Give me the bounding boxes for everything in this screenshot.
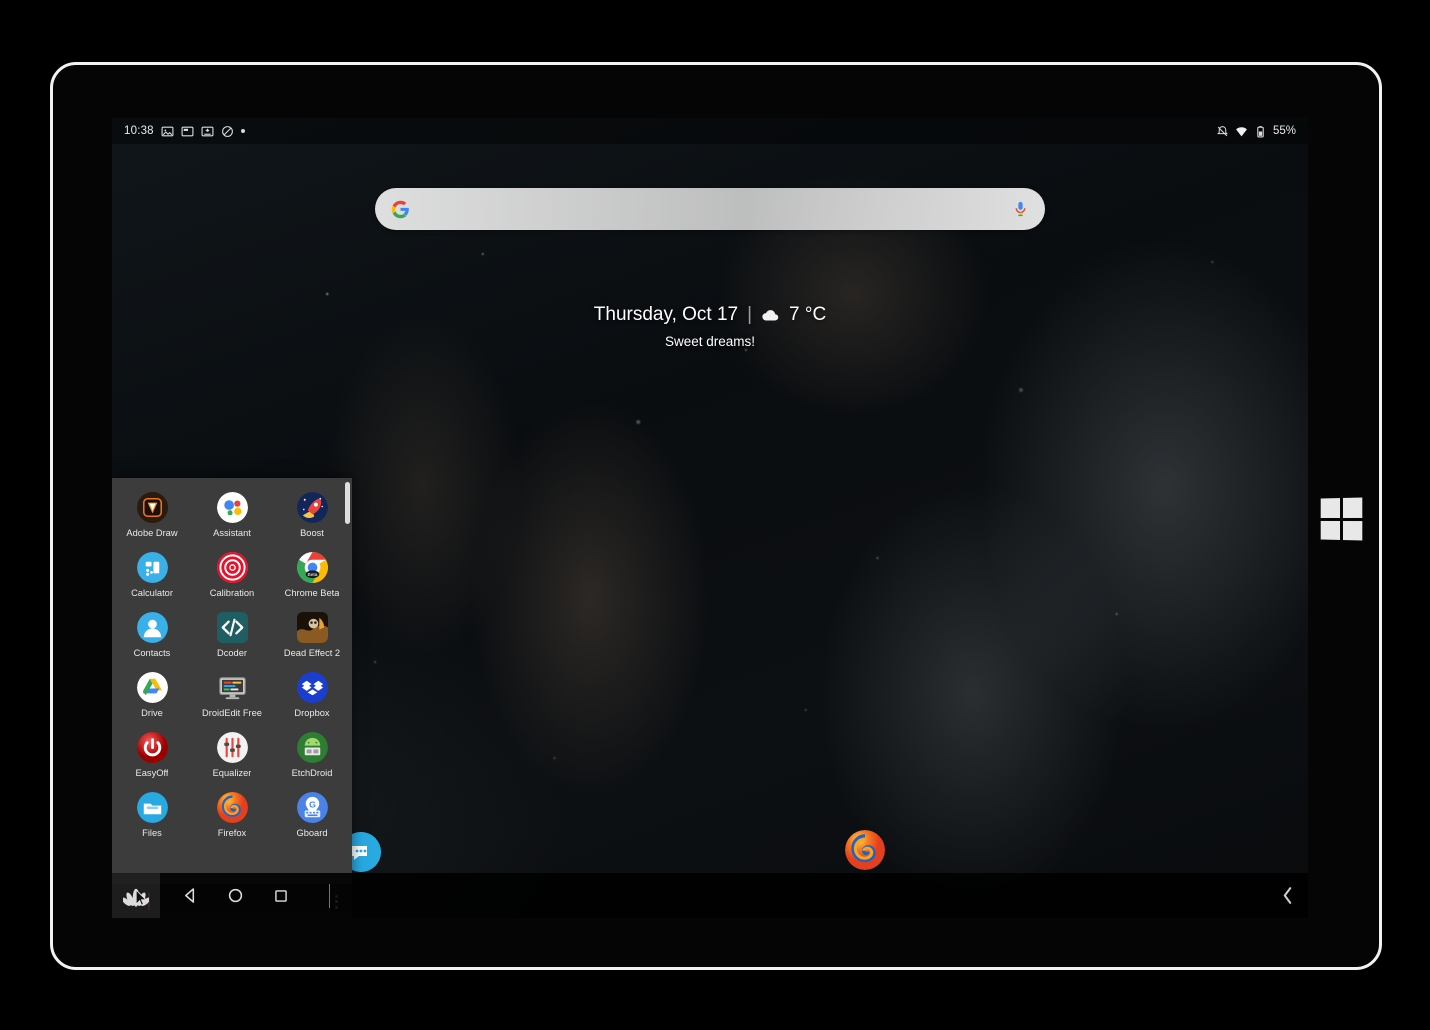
chrome-beta-icon: Beta	[296, 552, 328, 583]
google-search-bar[interactable]	[375, 188, 1045, 230]
screenshot-root: 10:38 55% Thursday, Oct 17 | 7 °C Sweet …	[0, 0, 1430, 1030]
temperature-text: 7 °C	[789, 304, 827, 325]
drawer-scrollbar[interactable]	[345, 482, 350, 524]
search-input[interactable]	[410, 188, 1012, 230]
ringer-muted-icon	[1216, 125, 1228, 136]
dropbox-icon	[296, 672, 328, 703]
app-label: Drive	[141, 709, 163, 718]
svg-text:G: G	[309, 800, 316, 810]
app-label: DroidEdit Free	[202, 709, 262, 718]
app-item-droidedit-free[interactable]: DroidEdit Free	[192, 666, 272, 726]
firefox-icon	[845, 830, 885, 870]
nav-recents-button[interactable]	[258, 873, 303, 918]
app-item-files[interactable]: Files	[112, 786, 192, 846]
do-not-disturb-icon	[221, 125, 233, 137]
app-item-calculator[interactable]: Calculator	[112, 546, 192, 606]
battery-icon	[1257, 125, 1264, 137]
app-item-boost[interactable]: Boost	[272, 486, 352, 546]
windows-logo-icon	[1320, 497, 1363, 541]
screenshot-notification-icon	[181, 126, 194, 136]
droidedit-icon	[217, 672, 248, 703]
app-drawer-panel[interactable]: Adobe Draw Assistant Boost Calculator Ca…	[112, 478, 352, 918]
date-weather-separator: |	[747, 304, 753, 325]
app-label: EtchDroid	[291, 769, 333, 778]
recents-square-icon	[274, 889, 287, 902]
app-label: Calibration	[209, 589, 255, 598]
firefox-icon	[216, 792, 248, 823]
contacts-icon	[136, 612, 168, 643]
svg-text:Beta: Beta	[307, 572, 317, 578]
cloud-icon	[762, 310, 779, 321]
app-item-gboard[interactable]: G Gboard	[272, 786, 352, 846]
nav-home-button[interactable]	[213, 873, 258, 918]
nav-launcher-button[interactable]	[112, 873, 160, 918]
app-label: Gboard	[296, 829, 328, 838]
back-triangle-icon	[185, 888, 195, 903]
date-text: Thursday, Oct 17	[593, 304, 739, 325]
etchdroid-icon	[296, 732, 328, 763]
nav-back-button[interactable]	[168, 873, 213, 918]
tablet-screen: 10:38 55% Thursday, Oct 17 | 7 °C Sweet …	[112, 118, 1308, 918]
app-item-contacts[interactable]: Contacts	[112, 606, 192, 666]
app-item-dcoder[interactable]: Dcoder	[192, 606, 272, 666]
more-notifications-dot	[240, 129, 245, 133]
app-item-etchdroid[interactable]: EtchDroid	[272, 726, 352, 786]
gboard-icon: G	[296, 792, 328, 823]
adobe-draw-icon	[136, 492, 168, 523]
app-item-firefox[interactable]: Firefox	[192, 786, 272, 846]
equalizer-icon	[216, 732, 248, 763]
status-clock: 10:38	[124, 125, 154, 137]
app-label: Chrome Beta	[284, 589, 340, 598]
app-item-assistant[interactable]: Assistant	[192, 486, 272, 546]
files-icon	[136, 792, 168, 823]
app-label: Boost	[300, 529, 324, 538]
nav-divider	[329, 883, 330, 908]
date-weather-widget[interactable]: Thursday, Oct 17 | 7 °C Sweet dreams!	[112, 304, 1308, 349]
wifi-icon	[1236, 126, 1247, 136]
greeting-text: Sweet dreams!	[664, 334, 756, 349]
app-item-dead-effect-2[interactable]: Dead Effect 2	[272, 606, 352, 666]
dead-effect-2-icon	[296, 612, 328, 643]
boost-rocket-icon	[296, 492, 328, 523]
app-label: Dcoder	[217, 649, 247, 658]
app-drawer-grid[interactable]: Adobe Draw Assistant Boost Calculator Ca…	[112, 478, 352, 884]
app-item-adobe-draw[interactable]: Adobe Draw	[112, 486, 192, 546]
battery-percent: 55%	[1272, 125, 1296, 137]
app-label: Assistant	[213, 529, 251, 538]
app-label: Files	[142, 829, 162, 838]
navigation-bar	[112, 873, 1308, 918]
app-item-calibration[interactable]: Calibration	[192, 546, 272, 606]
chevron-left-icon	[1283, 887, 1291, 904]
nav-collapse-button[interactable]	[1276, 873, 1298, 918]
app-label: Adobe Draw	[126, 529, 178, 538]
google-g-logo-icon	[391, 200, 409, 218]
home-circle-icon	[228, 888, 243, 903]
app-item-chrome-beta[interactable]: Beta Chrome Beta	[272, 546, 352, 606]
google-drive-icon	[136, 672, 168, 703]
app-label: EasyOff	[135, 769, 169, 778]
microphone-icon[interactable]	[1012, 199, 1029, 219]
app-item-drive[interactable]: Drive	[112, 666, 192, 726]
calculator-icon	[136, 552, 168, 583]
status-bar: 10:38 55%	[112, 118, 1308, 144]
app-item-easyoff[interactable]: EasyOff	[112, 726, 192, 786]
calibration-target-icon	[216, 552, 248, 583]
dock-item-firefox[interactable]	[845, 830, 885, 870]
app-label: Dead Effect 2	[283, 649, 341, 658]
google-assistant-icon	[216, 492, 248, 523]
app-item-equalizer[interactable]: Equalizer	[192, 726, 272, 786]
easyoff-power-icon	[136, 732, 168, 763]
app-item-dropbox[interactable]: Dropbox	[272, 666, 352, 726]
app-label: Firefox	[217, 829, 247, 838]
image-notification-icon	[161, 126, 174, 136]
app-label: Contacts	[133, 649, 171, 658]
app-label: Equalizer	[212, 769, 252, 778]
mouse-cursor-icon	[136, 890, 147, 906]
app-label: Calculator	[131, 589, 173, 598]
app-label: Dropbox	[294, 709, 330, 718]
download-notification-icon	[201, 126, 214, 136]
dcoder-icon	[216, 612, 248, 643]
